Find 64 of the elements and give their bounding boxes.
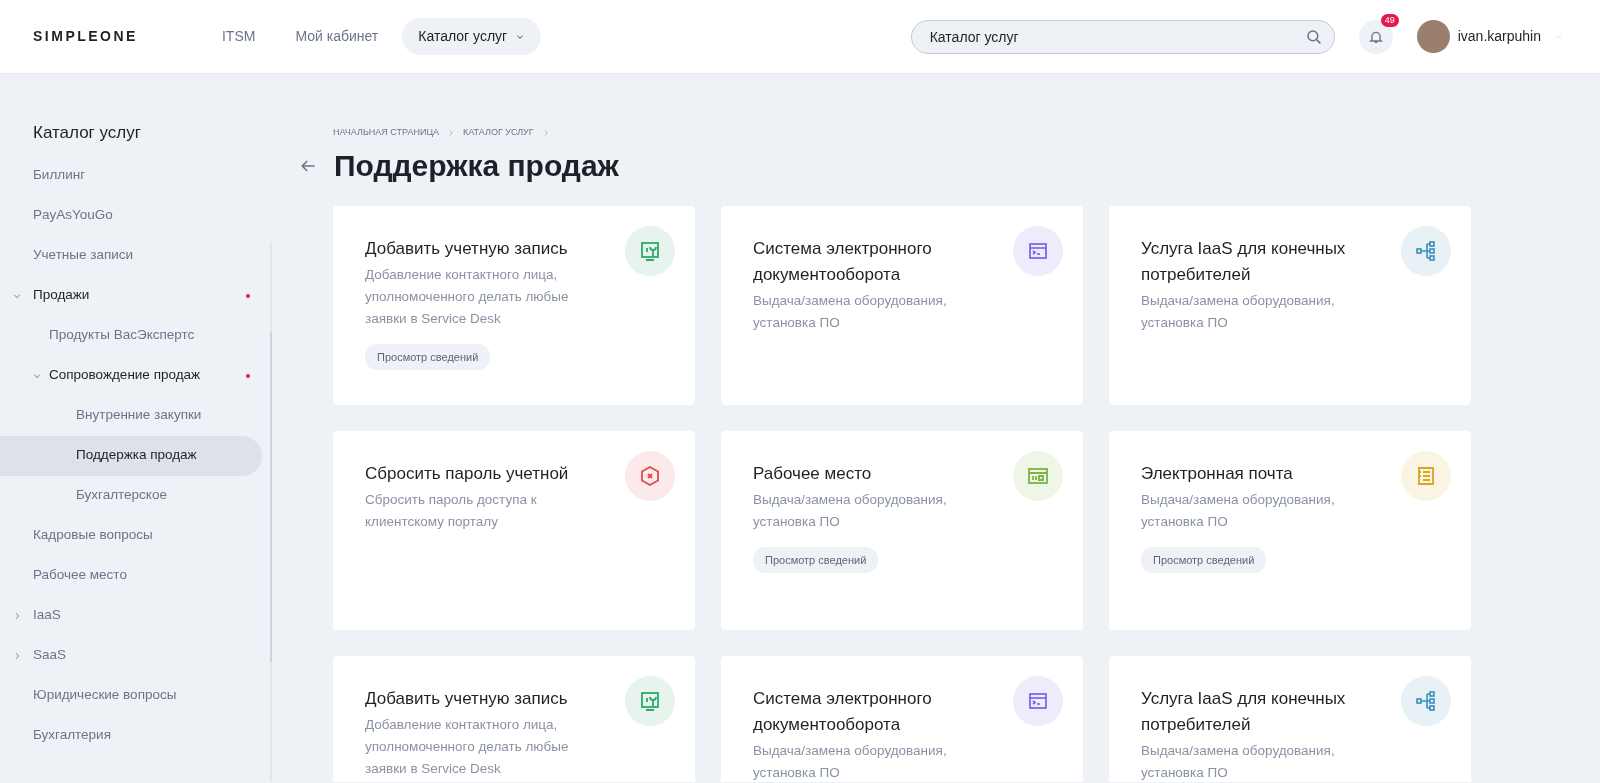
card-title: Добавить учетную запись	[365, 687, 569, 710]
bell-icon	[1367, 29, 1384, 46]
card-title: Добавить учетную запись	[365, 237, 569, 260]
card-description: Выдача/замена оборудования, установка ПО	[1141, 291, 1336, 332]
card-title: Услуга IaaS для конечных потребителей	[1141, 237, 1347, 286]
card-description: Добавление контактного лица, уполномоченного делать любые заявки в Service Desk	[365, 715, 570, 778]
search-field[interactable]: Каталог услуг	[910, 19, 1335, 54]
notifications-button[interactable]	[1358, 19, 1393, 54]
sidebar-item[interactable]: Продажи	[0, 275, 262, 316]
card-title: Электронная почта	[1141, 462, 1294, 485]
service-card[interactable]: Добавить учетную запись Добавление контактного лица, уполномоченного делать любые заявки в Service Desk Просмотр сведений	[333, 205, 695, 405]
card-description: Выдача/замена оборудования, установка ПО	[753, 291, 948, 332]
card-title: Услуга IaaS для конечных потребителей	[1141, 687, 1347, 736]
nav-tab[interactable]: Мой кабинет	[279, 18, 395, 55]
sidebar-item[interactable]: Внутренние закупки	[0, 395, 262, 436]
breadcrumb-link[interactable]: КАТАЛОГ УСЛУГ	[463, 126, 534, 140]
user-name[interactable]: ivan.karpuhin	[1457, 26, 1541, 47]
sidebar-item[interactable]: Рабочее место	[0, 555, 262, 596]
sidebar-item[interactable]: Продукты ВасЭкспертс	[0, 315, 262, 356]
card-description: Сбросить пароль доступа к клиентскому порталу	[365, 490, 538, 531]
sidebar-item[interactable]: Юридические вопросы	[0, 675, 262, 716]
card-description: Добавление контактного лица, уполномоченного делать любые заявки в Service Desk	[365, 265, 570, 328]
avatar[interactable]	[1416, 20, 1450, 53]
logo[interactable]: SIMPLEONE	[33, 26, 138, 47]
service-card[interactable]: Система электронного документооборота Выдача/замена оборудования, установка ПО	[721, 655, 1083, 782]
sidebar-title: Каталог услуг	[32, 122, 142, 144]
sidebar-item[interactable]: IaaS	[0, 595, 262, 636]
service-card[interactable]: Услуга IaaS для конечных потребителей Выдача/замена оборудования, установка ПО	[1109, 205, 1471, 405]
card-description: Выдача/замена оборудования, установка ПО	[753, 490, 948, 531]
breadcrumb-link[interactable]: НАЧАЛЬНАЯ СТРАНИЦА	[333, 126, 440, 140]
sidebar-item[interactable]: Биллинг	[0, 155, 262, 196]
page-title: Поддержка продаж	[334, 147, 619, 184]
card-title: Система электронного документооборота	[753, 687, 933, 736]
nav-tab[interactable]: Каталог услуг	[402, 18, 542, 55]
sidebar-item[interactable]: Учетные записи	[0, 235, 262, 276]
service-card[interactable]: Сбросить пароль учетной Сбросить пароль доступа к клиентскому порталу	[333, 430, 695, 630]
nav-tab[interactable]: ITSM	[205, 18, 272, 55]
card-title: Рабочее место	[753, 462, 873, 485]
search-icon	[1304, 27, 1323, 46]
sidebar-item[interactable]: SaaS	[0, 635, 262, 676]
service-card[interactable]: Система электронного документооборота Выдача/замена оборудования, установка ПО	[721, 205, 1083, 405]
network-nodes-icon	[1414, 238, 1438, 263]
card-description: Выдача/замена оборудования, установка ПО	[1141, 741, 1336, 782]
sidebar-item[interactable]: Сопровождение продаж	[0, 355, 262, 396]
network-nodes-icon	[1414, 688, 1438, 713]
details-button[interactable]: Просмотр сведений	[1141, 546, 1267, 573]
chevron-right-icon	[447, 128, 456, 137]
sidebar-item[interactable]: PayAsYouGo	[0, 195, 262, 236]
service-card[interactable]: Услуга IaaS для конечных потребителей Выдача/замена оборудования, установка ПО	[1109, 655, 1471, 782]
sidebar-item[interactable]: Кадровые вопросы	[0, 515, 262, 556]
card-title: Система электронного документооборота	[753, 237, 933, 286]
details-button[interactable]: Просмотр сведений	[753, 546, 879, 573]
service-card[interactable]: Добавить учетную запись Добавление контактного лица, уполномоченного делать любые заявки в Service Desk	[333, 655, 695, 782]
service-card[interactable]: Рабочее место Выдача/замена оборудования, установка ПО Просмотр сведений	[721, 430, 1083, 630]
sidebar-item[interactable]: Бухгалтерия	[0, 715, 262, 756]
sidebar-item[interactable]: Поддержка продаж	[0, 435, 262, 476]
notification-count: 49	[1380, 13, 1399, 27]
card-description: Выдача/замена оборудования, установка ПО	[1141, 490, 1336, 531]
sidebar-item[interactable]: Бухгалтерское	[0, 475, 262, 516]
hexagon-cross-icon	[638, 463, 662, 488]
card-title: Сбросить пароль учетной	[365, 462, 570, 485]
details-button[interactable]: Просмотр сведений	[365, 343, 491, 370]
card-description: Выдача/замена оборудования, установка ПО	[753, 741, 948, 782]
service-card[interactable]: Электронная почта Выдача/замена оборудования, установка ПО Просмотр сведений	[1109, 430, 1471, 630]
